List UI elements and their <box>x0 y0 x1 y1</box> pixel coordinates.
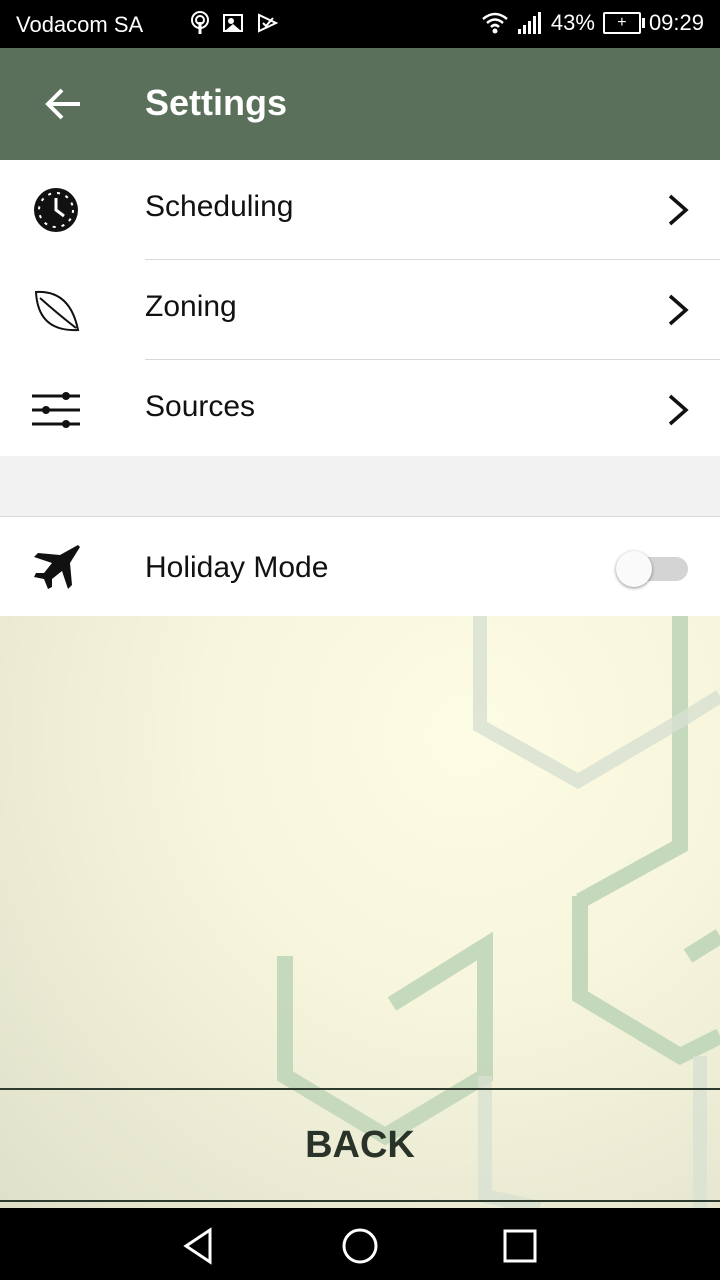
clock-icon <box>34 188 78 232</box>
settings-item-sources[interactable]: Sources <box>0 360 720 460</box>
settings-item-label: Sources <box>145 390 256 423</box>
chevron-right-icon <box>668 294 689 326</box>
holiday-mode-label: Holiday Mode <box>145 551 329 584</box>
page-title: Settings <box>145 82 288 123</box>
navigation-bar <box>0 1208 720 1280</box>
settings-list: Scheduling Zoning Sources <box>0 160 720 460</box>
nav-recent-icon[interactable] <box>500 1226 540 1266</box>
notification-icons <box>188 10 280 36</box>
chevron-right-icon <box>668 194 689 226</box>
battery-percent: 43% <box>550 10 595 35</box>
sliders-icon <box>32 392 80 428</box>
app-bar: Settings <box>0 48 720 160</box>
status-bar: Vodacom SA 43% + 09:29 <box>0 0 720 48</box>
settings-item-label: Scheduling <box>145 190 294 223</box>
toggle-thumb <box>616 551 652 587</box>
nav-home-icon[interactable] <box>340 1226 380 1266</box>
chevron-right-icon <box>668 394 689 426</box>
wifi-icon <box>482 12 508 34</box>
signal-icon <box>517 12 541 34</box>
system-icons: 43% + 09:29 <box>481 10 704 36</box>
leaf-icon <box>34 290 80 332</box>
settings-item-label: Zoning <box>145 290 237 323</box>
holiday-mode-row: Holiday Mode <box>0 517 720 616</box>
battery-icon: + <box>602 12 645 34</box>
carrier-name: Vodacom SA <box>16 12 144 37</box>
settings-item-zoning[interactable]: Zoning <box>0 260 720 360</box>
clock-time: 09:29 <box>648 10 704 35</box>
back-button-label: BACK <box>305 1123 415 1166</box>
jet-icon <box>34 545 80 589</box>
nav-back-icon[interactable] <box>180 1226 220 1266</box>
check-icon <box>258 13 279 33</box>
podcast-icon <box>191 11 209 34</box>
back-button[interactable]: BACK <box>0 1088 720 1202</box>
section-spacer <box>0 456 720 517</box>
gallery-icon <box>223 14 243 32</box>
holiday-mode-toggle[interactable] <box>616 551 688 587</box>
arrow-left-icon[interactable] <box>40 82 88 126</box>
settings-item-scheduling[interactable]: Scheduling <box>0 160 720 260</box>
